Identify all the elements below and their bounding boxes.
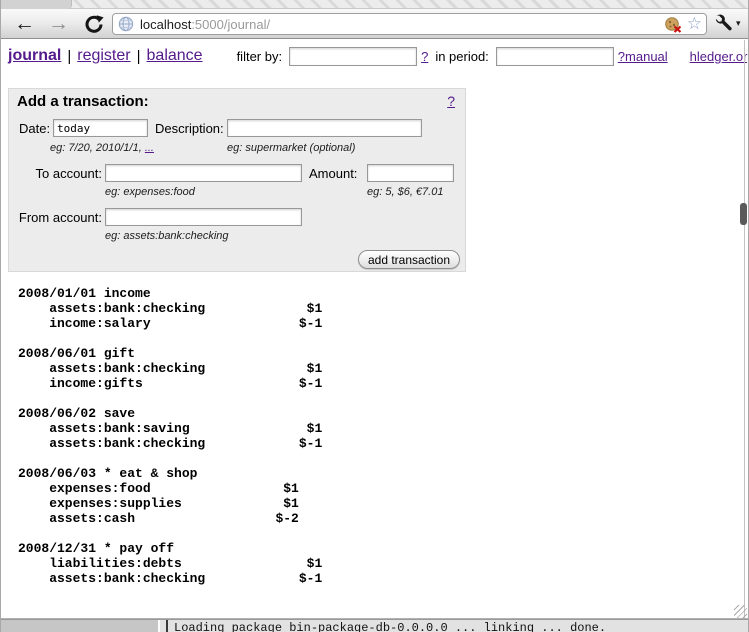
nav-link-journal[interactable]: journal bbox=[8, 47, 61, 65]
window-border-left bbox=[0, 0, 1, 632]
add-transaction-panel: Add a transaction: ? Date: Description: … bbox=[8, 88, 466, 272]
period-input[interactable] bbox=[496, 47, 614, 66]
nav-link-register[interactable]: register bbox=[77, 47, 130, 65]
amount-label: Amount: bbox=[309, 165, 357, 182]
url-path: :5000/journal/ bbox=[191, 17, 270, 32]
url-host: localhost bbox=[140, 17, 191, 32]
tab-strip bbox=[0, 0, 749, 9]
panel-title: Add a transaction: bbox=[17, 93, 149, 110]
nav-link-balance[interactable]: balance bbox=[147, 47, 203, 65]
manual-link[interactable]: manual bbox=[625, 49, 668, 64]
desktop-area bbox=[0, 620, 158, 632]
globe-icon bbox=[118, 16, 134, 32]
page-content: journal | register | balance filter by: … bbox=[0, 40, 749, 618]
description-hint: eg: supermarket (optional) bbox=[227, 142, 355, 154]
date-input[interactable] bbox=[53, 119, 148, 137]
date-hint-more-link[interactable]: ... bbox=[145, 142, 154, 154]
browser-toolbar: ← → localhost:5000/journal/ ☆ ▾ bbox=[0, 9, 749, 39]
to-account-input[interactable] bbox=[105, 164, 302, 182]
date-hint-text: eg: 7/20, 2010/1/1, bbox=[50, 142, 145, 154]
forward-button[interactable]: → bbox=[48, 10, 69, 38]
app-nav: journal | register | balance filter by: … bbox=[8, 44, 739, 68]
hledger-org-link[interactable]: hledger.org bbox=[690, 49, 749, 64]
terminal-output-text: Loading package bin-package-db-0.0.0.0 .… bbox=[174, 621, 606, 632]
nav-separator: | bbox=[67, 48, 71, 65]
scrollbar-thumb[interactable] bbox=[740, 203, 747, 225]
cookie-blocked-icon[interactable] bbox=[664, 16, 683, 33]
address-bar[interactable]: localhost:5000/journal/ ☆ bbox=[112, 13, 707, 35]
browser-tab[interactable] bbox=[0, 0, 72, 9]
filter-help-link[interactable]: ? bbox=[421, 49, 428, 64]
description-label: Description: bbox=[155, 120, 224, 137]
background-terminal-strip: Loading package bin-package-db-0.0.0.0 .… bbox=[0, 620, 749, 632]
resize-grip-icon[interactable] bbox=[734, 605, 747, 618]
terminal-border bbox=[166, 620, 168, 632]
description-input[interactable] bbox=[227, 119, 422, 137]
from-account-label: From account: bbox=[10, 209, 102, 226]
period-help-link[interactable]: ? bbox=[618, 49, 625, 64]
back-button[interactable]: ← bbox=[14, 10, 35, 38]
bookmark-star-icon[interactable]: ☆ bbox=[687, 15, 702, 33]
scrollbar-track[interactable] bbox=[744, 40, 745, 618]
nav-separator: | bbox=[137, 48, 141, 65]
reload-icon[interactable] bbox=[84, 14, 104, 34]
to-account-hint: eg: expenses:food bbox=[105, 186, 195, 198]
journal-pre: 2008/01/01 income assets:bank:checking $… bbox=[18, 286, 322, 586]
wrench-icon bbox=[714, 13, 734, 33]
filter-input[interactable] bbox=[289, 47, 417, 66]
url-text[interactable]: localhost:5000/journal/ bbox=[140, 17, 664, 32]
screen: { "colors": { "link_purple": "#551a8b", … bbox=[0, 0, 749, 632]
add-transaction-button[interactable]: add transaction bbox=[358, 250, 460, 269]
filter-label: filter by: bbox=[237, 49, 283, 64]
chevron-down-icon: ▾ bbox=[736, 18, 741, 29]
panel-help-link[interactable]: ? bbox=[447, 93, 455, 109]
amount-input[interactable] bbox=[367, 164, 454, 182]
date-label: Date: bbox=[19, 120, 50, 137]
to-account-label: To account: bbox=[10, 165, 102, 182]
terminal-window-edge bbox=[158, 620, 160, 632]
amount-hint: eg: 5, $6, €7.01 bbox=[367, 186, 443, 198]
date-hint: eg: 7/20, 2010/1/1, ... bbox=[50, 142, 154, 154]
from-account-input[interactable] bbox=[105, 208, 302, 226]
from-account-hint: eg: assets:bank:checking bbox=[105, 230, 229, 242]
menu-button[interactable]: ▾ bbox=[714, 13, 741, 33]
period-label: in period: bbox=[435, 49, 488, 64]
